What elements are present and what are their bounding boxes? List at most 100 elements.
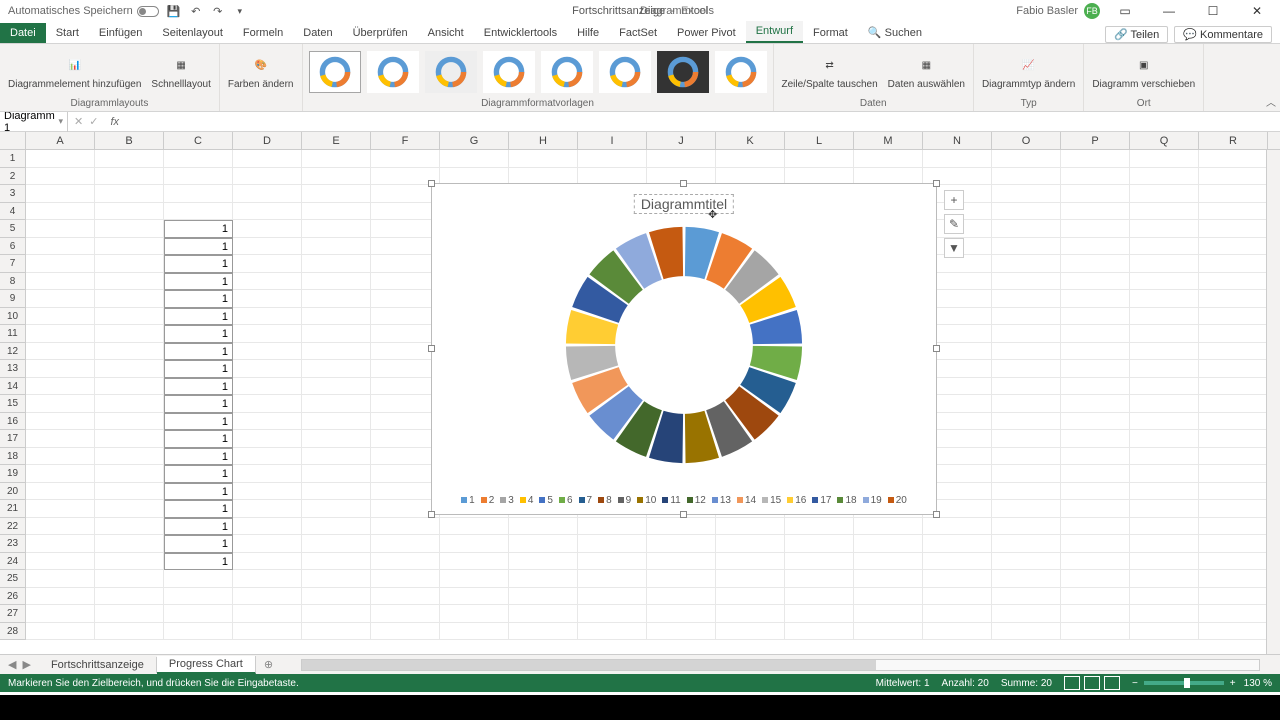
name-box[interactable]: Diagramm 1▾ — [0, 110, 68, 134]
chart-object[interactable]: Diagrammtitel ✥ 123456789101112131415161… — [431, 183, 937, 515]
zoom-out-icon[interactable]: − — [1132, 678, 1138, 689]
cell[interactable] — [371, 535, 440, 553]
cell[interactable] — [26, 185, 95, 203]
cell[interactable] — [233, 290, 302, 308]
cell[interactable] — [992, 203, 1061, 221]
user-name[interactable]: Fabio Basler — [1016, 5, 1078, 17]
cell[interactable] — [716, 570, 785, 588]
cell[interactable] — [26, 203, 95, 221]
cell[interactable]: 1 — [164, 465, 233, 483]
cell[interactable] — [95, 360, 164, 378]
cell[interactable] — [302, 185, 371, 203]
cell[interactable] — [95, 570, 164, 588]
cell[interactable] — [233, 238, 302, 256]
column-header[interactable]: K — [716, 132, 785, 149]
cell[interactable] — [1130, 465, 1199, 483]
cell[interactable] — [716, 605, 785, 623]
column-header[interactable]: J — [647, 132, 716, 149]
cell[interactable] — [233, 360, 302, 378]
cell[interactable]: 1 — [164, 238, 233, 256]
cell[interactable] — [647, 623, 716, 641]
cell[interactable] — [1130, 535, 1199, 553]
save-icon[interactable]: 💾 — [167, 4, 181, 18]
cell[interactable] — [95, 588, 164, 606]
cell[interactable] — [371, 203, 440, 221]
cell[interactable] — [509, 518, 578, 536]
ribbon-options-icon[interactable]: ▭ — [1106, 0, 1144, 22]
cell[interactable] — [1130, 500, 1199, 518]
cell[interactable] — [1130, 168, 1199, 186]
cell[interactable] — [26, 273, 95, 291]
cell[interactable] — [992, 308, 1061, 326]
cell[interactable] — [992, 448, 1061, 466]
cell[interactable] — [1061, 430, 1130, 448]
cell[interactable] — [716, 553, 785, 571]
cell[interactable] — [509, 605, 578, 623]
cell[interactable] — [302, 483, 371, 501]
cell[interactable] — [1061, 255, 1130, 273]
cell[interactable] — [1130, 360, 1199, 378]
zoom-level[interactable]: 130 % — [1244, 678, 1272, 689]
cell[interactable] — [233, 220, 302, 238]
maximize-icon[interactable]: ☐ — [1194, 0, 1232, 22]
donut-chart[interactable] — [561, 222, 807, 468]
cell[interactable] — [1130, 378, 1199, 396]
cell[interactable] — [302, 168, 371, 186]
select-all-corner[interactable] — [0, 132, 26, 149]
cell[interactable] — [992, 623, 1061, 641]
cell[interactable] — [578, 150, 647, 168]
cell[interactable] — [1061, 413, 1130, 431]
cell[interactable] — [95, 605, 164, 623]
cell[interactable] — [1130, 553, 1199, 571]
zoom-slider[interactable] — [1144, 681, 1224, 685]
cell[interactable] — [1199, 395, 1268, 413]
cell[interactable] — [26, 448, 95, 466]
cell[interactable]: 1 — [164, 500, 233, 518]
cell[interactable] — [95, 273, 164, 291]
cell[interactable] — [371, 448, 440, 466]
column-header[interactable]: B — [95, 132, 164, 149]
cell[interactable] — [371, 273, 440, 291]
row-header[interactable]: 18 — [0, 448, 26, 466]
cell[interactable] — [992, 185, 1061, 203]
chart-title[interactable]: Diagrammtitel — [634, 194, 734, 214]
cell[interactable] — [95, 308, 164, 326]
cell[interactable] — [992, 535, 1061, 553]
tab-format[interactable]: Format — [803, 23, 858, 43]
cell[interactable] — [647, 553, 716, 571]
cell[interactable] — [1199, 483, 1268, 501]
add-chart-element-button[interactable]: 📊 Diagrammelement hinzufügen — [4, 53, 145, 92]
cell[interactable] — [992, 413, 1061, 431]
chart-style-option[interactable] — [367, 51, 419, 93]
cell[interactable] — [716, 623, 785, 641]
cell[interactable] — [992, 238, 1061, 256]
normal-view-icon[interactable] — [1064, 676, 1080, 690]
cell[interactable]: 1 — [164, 220, 233, 238]
row-header[interactable]: 15 — [0, 395, 26, 413]
tab-view[interactable]: Ansicht — [418, 23, 474, 43]
column-header[interactable]: M — [854, 132, 923, 149]
cell[interactable] — [371, 255, 440, 273]
cell[interactable] — [854, 588, 923, 606]
cell[interactable] — [1199, 430, 1268, 448]
cell[interactable] — [785, 518, 854, 536]
cell[interactable] — [1199, 413, 1268, 431]
cell[interactable] — [302, 378, 371, 396]
user-avatar[interactable]: FB — [1084, 3, 1100, 19]
cell[interactable] — [302, 413, 371, 431]
row-header[interactable]: 1 — [0, 150, 26, 168]
cell[interactable] — [26, 325, 95, 343]
row-header[interactable]: 9 — [0, 290, 26, 308]
cell[interactable] — [1199, 343, 1268, 361]
cell[interactable] — [578, 518, 647, 536]
cell[interactable] — [992, 220, 1061, 238]
row-header[interactable]: 16 — [0, 413, 26, 431]
row-header[interactable]: 20 — [0, 483, 26, 501]
cell[interactable] — [26, 168, 95, 186]
close-icon[interactable]: ✕ — [1238, 0, 1276, 22]
row-header[interactable]: 22 — [0, 518, 26, 536]
cell[interactable] — [233, 343, 302, 361]
tab-factset[interactable]: FactSet — [609, 23, 667, 43]
sheet-nav-next-icon[interactable]: ▶ — [22, 658, 30, 671]
row-header[interactable]: 12 — [0, 343, 26, 361]
